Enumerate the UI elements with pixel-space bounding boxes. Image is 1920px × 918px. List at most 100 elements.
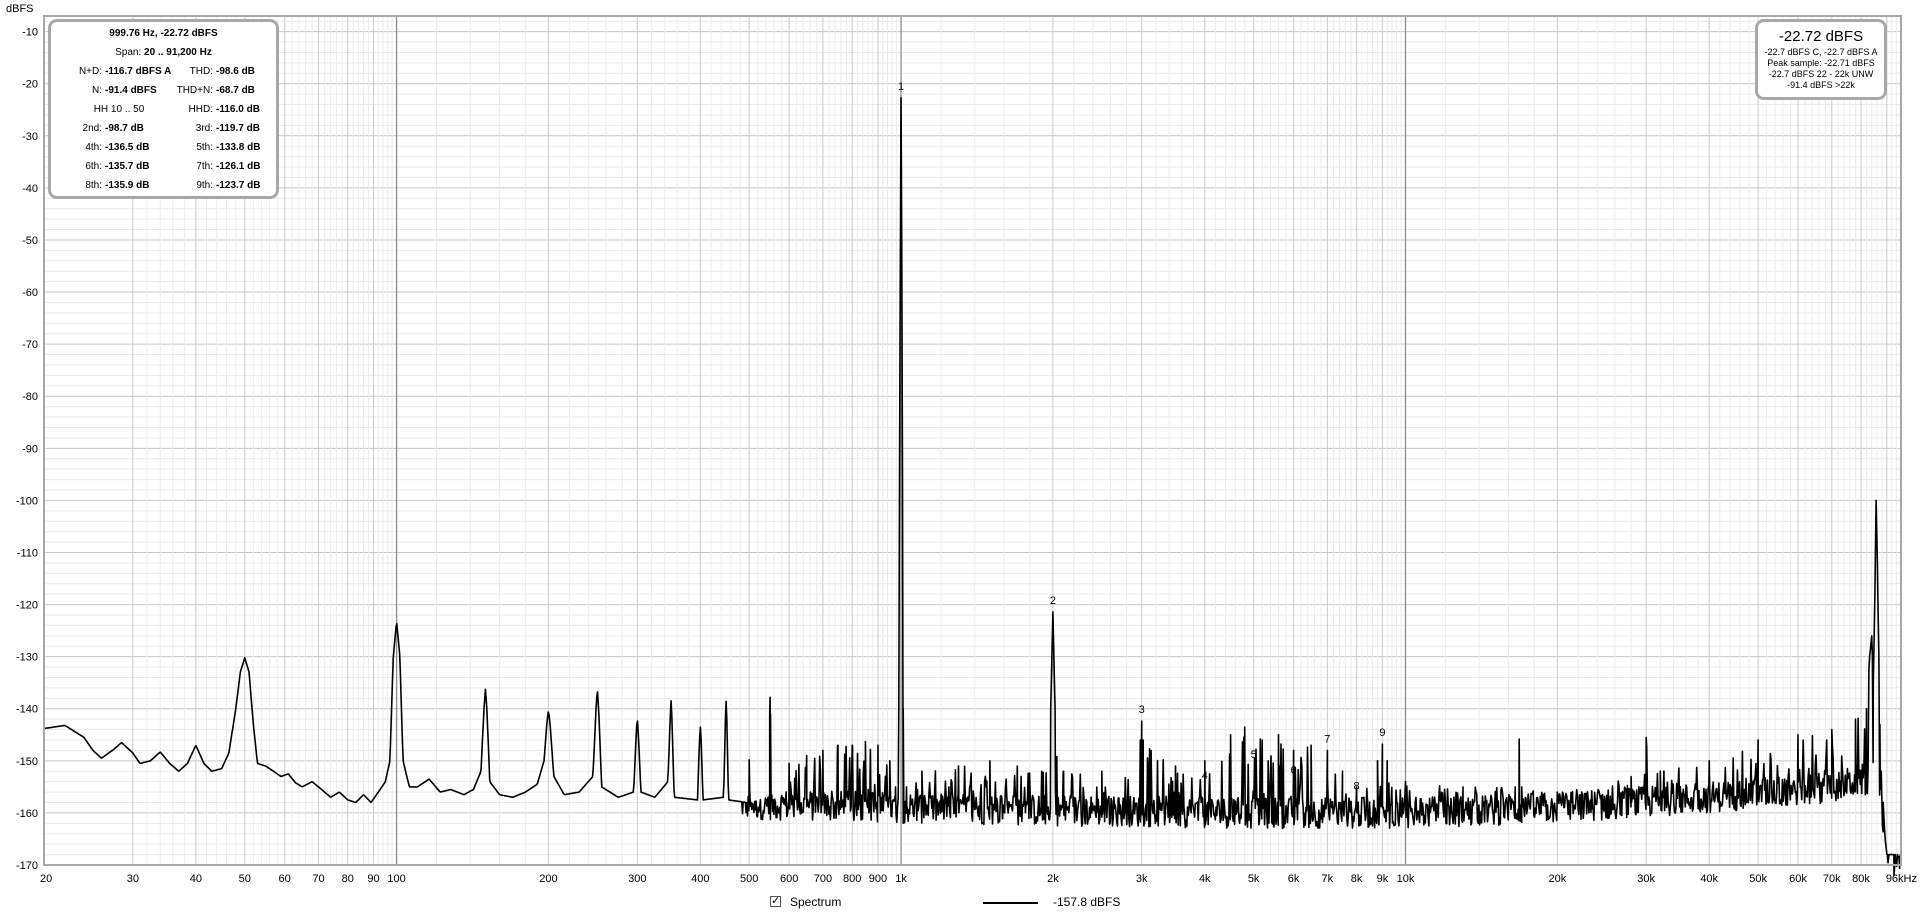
hh-range-label: HH 10 .. 50: [93, 104, 145, 115]
legend-cursor-value: -157.8 dBFS: [1053, 895, 1121, 909]
stat-label: N:: [92, 85, 102, 96]
stat-value: -68.7 dB: [216, 85, 255, 96]
legend-series-name[interactable]: Spectrum: [790, 895, 841, 909]
stat-row: 2nd: -98.7 dB 3rd: -119.7 dB: [51, 122, 276, 141]
y-tick-label: -140: [16, 704, 38, 716]
level-detail-line: Peak sample: -22.71 dBFS: [1767, 58, 1875, 68]
x-tick-label: 60: [279, 873, 291, 885]
harmonic-marker-label: 2: [1050, 595, 1056, 607]
y-tick-label: -70: [22, 339, 38, 351]
x-tick-label: 50k: [1749, 873, 1767, 885]
x-tick-label: 4k: [1199, 873, 1211, 885]
y-tick-label: -120: [16, 600, 38, 612]
level-main-readout: -22.72 dBFS: [1778, 28, 1864, 45]
x-tick-label: 700: [814, 873, 832, 885]
x-tick-label: 96kHz: [1886, 873, 1917, 885]
stat-label: 3rd:: [195, 123, 213, 134]
x-tick-label: 60k: [1789, 873, 1807, 885]
y-axis-label: dBFS: [6, 3, 34, 15]
harmonic-marker-label: 1: [898, 81, 904, 93]
x-tick-label: 80: [342, 873, 354, 885]
x-tick-label: 40: [190, 873, 202, 885]
stat-label: 6th:: [85, 161, 102, 172]
x-tick-label: 3k: [1136, 873, 1148, 885]
chart-legend: ✓ Spectrum -157.8 dBFS: [770, 894, 1170, 914]
harmonic-marker-label: 8: [1354, 780, 1360, 792]
stat-label: 2nd:: [82, 123, 102, 134]
stat-row: HH 10 .. 50 HHD: -116.0 dB: [51, 103, 276, 122]
y-tick-label: -80: [22, 391, 38, 403]
x-tick-label: 400: [691, 873, 709, 885]
x-tick-label: 100: [387, 873, 405, 885]
fundamental-readout: 999.76 Hz, -22.72 dBFS: [109, 28, 218, 39]
x-tick-label: 90: [367, 873, 379, 885]
legend-line-swatch: [983, 902, 1038, 904]
level-detail-line: -91.4 dBFS >22k: [1787, 80, 1855, 90]
stat-value: -119.7 dB: [216, 123, 260, 134]
x-tick-labels: 20 30 40 50 60 70 80 90 100 200 300 400 500 600 700 800…: [40, 873, 1917, 885]
x-tick-label: 1k: [895, 873, 907, 885]
x-tick-label: 20k: [1548, 873, 1566, 885]
stat-row: 4th: -136.5 dB 5th: -133.8 dB: [51, 141, 276, 160]
stat-label: 4th:: [85, 142, 102, 153]
y-tick-labels: -10 -20 -30 -40 -50 -60 -70 -80 -90 -100 -110 -120 -…: [16, 27, 38, 872]
distortion-stats-panel[interactable]: 999.76 Hz, -22.72 dBFS Span: 20 .. 91,20…: [48, 19, 279, 199]
stat-value: -98.6 dB: [216, 66, 255, 77]
stat-value: -126.1 dB: [216, 161, 261, 172]
x-tick-label: 300: [628, 873, 646, 885]
spectrum-chart[interactable]: dBFS -10 -20 -30 -40 -50 -60 -70 -80 -90 -100 -110…: [0, 0, 1920, 918]
harmonic-marker-label: 5: [1251, 749, 1257, 761]
stat-value: -135.9 dB: [105, 180, 150, 191]
stat-label: THD:: [189, 66, 213, 77]
stat-row: 6th: -135.7 dB 7th: -126.1 dB: [51, 160, 276, 179]
x-tick-label: 10k: [1397, 873, 1415, 885]
x-tick-label: 5k: [1248, 873, 1260, 885]
harmonic-marker-label: 9: [1379, 727, 1385, 739]
x-tick-label: 800: [843, 873, 861, 885]
stat-row: 8th: -135.9 dB 9th: -123.7 dB: [51, 179, 276, 198]
stat-label: THD+N:: [176, 85, 213, 96]
stat-row: N+D: -116.7 dBFS A THD: -98.6 dB: [51, 65, 276, 84]
spectrum-visibility-checkbox[interactable]: ✓: [770, 896, 781, 907]
x-tick-label: 6k: [1288, 873, 1300, 885]
stat-value: -136.5 dB: [105, 142, 150, 153]
x-tick-label: 20: [40, 873, 52, 885]
x-tick-label: 600: [780, 873, 798, 885]
y-tick-label: -110: [17, 547, 38, 559]
x-tick-label: 80k: [1852, 873, 1870, 885]
y-tick-label: -150: [16, 756, 38, 768]
level-detail-line: -22.7 dBFS 22 - 22k UNW: [1768, 69, 1874, 79]
x-tick-label: 9k: [1377, 873, 1389, 885]
x-tick-label: 200: [539, 873, 557, 885]
x-tick-label: 30k: [1637, 873, 1655, 885]
x-tick-label: 2k: [1047, 873, 1059, 885]
y-tick-label: -100: [16, 495, 38, 507]
stat-label: 8th:: [85, 180, 102, 191]
stat-value: -91.4 dBFS: [105, 85, 157, 96]
stat-label: 5th:: [196, 142, 213, 153]
stat-label: 9th:: [196, 180, 213, 191]
stat-value: -98.7 dB: [105, 123, 144, 134]
y-tick-label: -20: [22, 79, 38, 91]
stat-label: N+D:: [78, 66, 102, 77]
stat-value: -116.7 dBFS A: [105, 66, 172, 77]
level-readout-panel[interactable]: -22.72 dBFS -22.7 dBFS C, -22.7 dBFS A P…: [1755, 19, 1887, 100]
x-tick-label: 70: [312, 873, 324, 885]
stat-value: -123.7 dB: [216, 180, 261, 191]
y-tick-label: -160: [16, 808, 38, 820]
harmonic-marker-label: 7: [1324, 733, 1330, 745]
x-tick-label: 70k: [1823, 873, 1841, 885]
x-tick-label: 50: [239, 873, 251, 885]
x-tick-label: 900: [869, 873, 887, 885]
y-tick-label: -60: [22, 287, 38, 299]
stat-label: 7th:: [196, 161, 213, 172]
x-tick-label: 30: [127, 873, 139, 885]
harmonic-marker-label: 4: [1202, 770, 1208, 782]
x-tick-label: 500: [740, 873, 758, 885]
plot-area[interactable]: [44, 16, 1901, 865]
y-tick-label: -40: [22, 183, 38, 195]
y-tick-label: -10: [22, 27, 38, 39]
harmonic-marker-label: 6: [1291, 765, 1297, 777]
y-tick-label: -90: [22, 443, 38, 455]
y-tick-label: -130: [16, 652, 38, 664]
